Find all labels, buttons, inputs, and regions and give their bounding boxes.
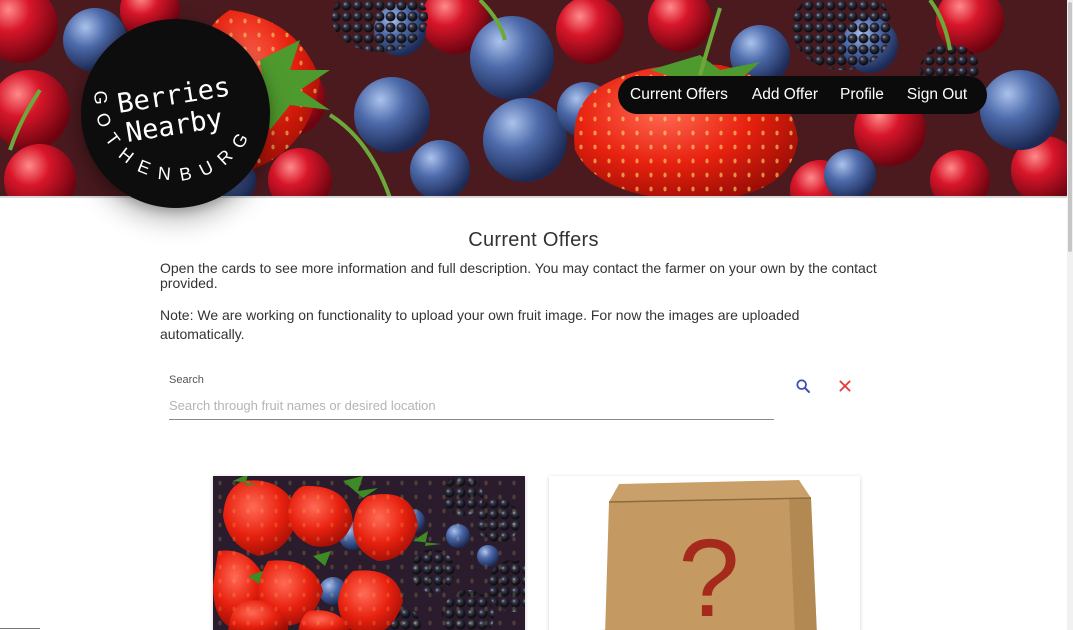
intro-text: Open the cards to see more information a… (160, 260, 877, 291)
bottom-divider (0, 628, 40, 629)
note-text: Note: We are working on functionality to… (160, 307, 800, 342)
search-input[interactable] (169, 392, 774, 420)
mixed-berries-image (213, 476, 525, 630)
main-nav: Current Offers Add Offer Profile Sign Ou… (618, 76, 987, 114)
close-icon (839, 380, 851, 392)
search-button[interactable] (793, 376, 813, 396)
brand-logo[interactable]: GOTHENBURG Berries Nearby (81, 19, 270, 208)
offer-card[interactable] (213, 476, 525, 630)
nav-current-offers[interactable]: Current Offers (630, 86, 728, 104)
offer-card[interactable]: ? (549, 476, 860, 630)
nav-profile[interactable]: Profile (840, 86, 884, 104)
nav-sign-out[interactable]: Sign Out (907, 86, 967, 104)
mystery-box-image: ? (549, 476, 860, 630)
search-icon (796, 379, 810, 393)
scrollbar-thumb[interactable] (1068, 2, 1072, 252)
nav-add-offer[interactable]: Add Offer (752, 86, 818, 104)
question-mark: ? (678, 517, 739, 630)
search-label: Search (169, 374, 204, 386)
page-title: Current Offers (468, 229, 599, 251)
clear-search-button[interactable] (835, 376, 855, 396)
